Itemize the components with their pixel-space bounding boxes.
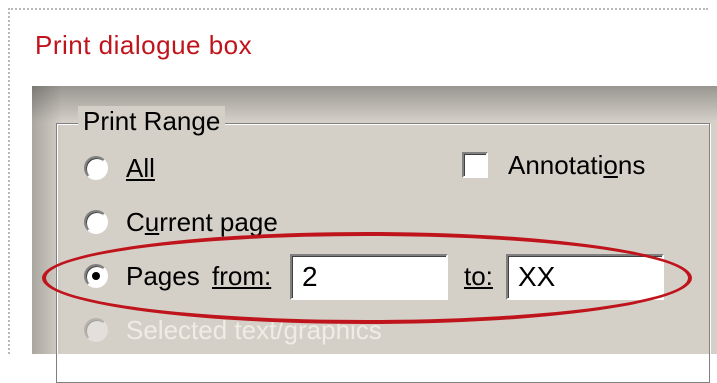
radio-all[interactable] [84,156,108,180]
radio-current-page[interactable] [84,210,108,234]
radio-selected-dot [92,272,100,280]
label-from: from: [212,261,272,291]
caption-title: Print dialogue box [35,30,253,60]
label-annotations[interactable]: Annotations [508,150,645,181]
pages-from-input[interactable] [290,254,448,300]
label-pages[interactable]: Pages [126,261,200,292]
print-dialog: Print Range All Annotations Current page… [30,84,717,383]
label-all[interactable]: All [126,153,155,184]
pages-to-input[interactable] [506,254,664,300]
annotations-checkbox[interactable] [462,152,488,178]
radio-selection[interactable] [84,318,108,342]
label-current-page[interactable]: Current page [126,207,278,238]
label-to: to: [464,261,493,291]
print-range-legend: Print Range [78,106,226,137]
radio-pages[interactable] [84,264,108,288]
label-selection[interactable]: Selected text/graphics [126,315,382,346]
